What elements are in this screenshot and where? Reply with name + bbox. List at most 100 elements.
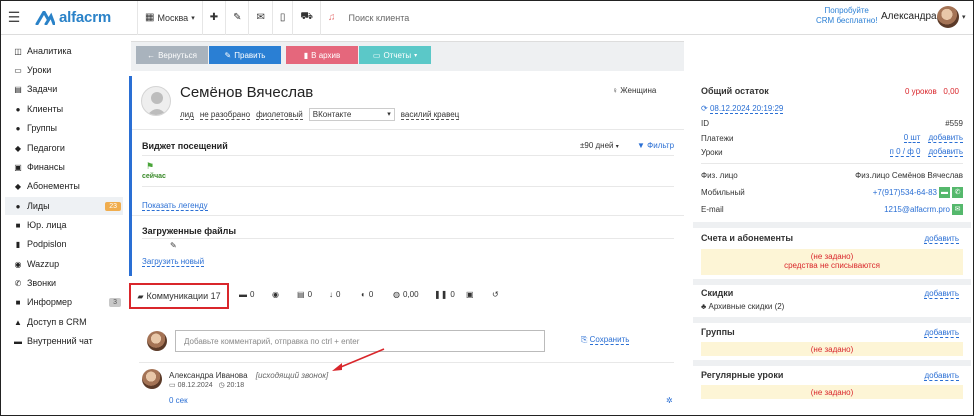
sidebar-item-0[interactable]: ◫ Аналитика xyxy=(13,44,123,58)
history-icon: ↺ xyxy=(492,290,499,299)
message-icon[interactable]: ▬ xyxy=(939,187,950,198)
tab-lessons[interactable]: ❚❚ 0 xyxy=(434,290,455,299)
edit-button[interactable]: ✎ Править xyxy=(209,46,281,64)
sidebar-item-5[interactable]: ◆ Педагоги xyxy=(13,141,123,155)
email-value[interactable]: 1215@alfacrm.pro xyxy=(884,205,950,214)
save-comment-label: Сохранить xyxy=(589,335,630,345)
sidebar-item-15[interactable]: ▬ Внутренний чат xyxy=(13,334,123,348)
sidebar-item-7[interactable]: ◆ Абонементы xyxy=(13,179,123,193)
user-avatar[interactable] xyxy=(937,6,959,28)
mobile-button[interactable]: ▯ xyxy=(273,1,293,35)
add-lesson-link[interactable]: добавить xyxy=(928,147,963,157)
tasks-icon: ▤ xyxy=(14,84,22,94)
add-payment-link[interactable]: добавить xyxy=(928,133,963,143)
arrow-left-icon: ← xyxy=(147,50,156,60)
add-account-link[interactable]: добавить xyxy=(924,234,959,244)
tab-bar: ▰ Коммуникации 17 ▬ 0 ◉ ▤ 0 ↓ 0 ◐ 0 ◍ 0,00 ❚❚ 0… xyxy=(129,283,684,309)
cart-button[interactable]: ⛟ xyxy=(293,1,320,35)
sidebar-item-3[interactable]: ● Клиенты xyxy=(13,102,123,116)
notifications-button[interactable]: ♫ xyxy=(321,1,343,35)
lessons-value[interactable]: п 0 / ф 0 xyxy=(889,147,921,157)
comment-author-line: Александра Иванова [исходящий звонок] xyxy=(169,371,328,380)
inbox-icon: ■ xyxy=(15,297,21,307)
tag-color[interactable]: фиолетовый xyxy=(256,110,303,120)
mail-button[interactable]: ✉ xyxy=(249,1,271,35)
payments-value[interactable]: 0 шт xyxy=(903,133,921,143)
tab-messages[interactable]: ▬ 0 xyxy=(239,290,254,299)
regular-lessons-title: Регулярные уроки xyxy=(701,370,784,380)
tab-documents[interactable]: ▤ 0 xyxy=(297,290,312,299)
sidebar-item-6[interactable]: ▣ Финансы xyxy=(13,160,123,174)
city-selector[interactable]: ▦ Москва ▾ xyxy=(138,1,202,35)
sidebar-item-12[interactable]: ✆ Звонки xyxy=(13,276,123,290)
mobile-value[interactable]: +7(917)534-64-83 xyxy=(873,188,937,197)
coins-icon: ◍ xyxy=(393,290,400,299)
add-group-link[interactable]: добавить xyxy=(924,328,959,338)
period-selector[interactable]: ±90 дней ▾ xyxy=(580,141,619,150)
balance-date-link[interactable]: ⟳ 08.12.2024 20:19:29 xyxy=(701,104,784,114)
archived-discounts-link[interactable]: ♣ Архивные скидки (2) xyxy=(701,302,784,311)
user-menu-caret-icon[interactable]: ▾ xyxy=(962,13,966,21)
back-label: Вернуться xyxy=(158,50,197,60)
mobile-icon: ▯ xyxy=(279,12,286,23)
upload-new-link[interactable]: Загрузить новый xyxy=(142,257,205,267)
comment-type: [исходящий звонок] xyxy=(255,371,329,380)
gear-icon[interactable]: ✲ xyxy=(666,396,673,405)
menu-icon[interactable]: ☰ xyxy=(1,9,27,26)
archive-button[interactable]: ▮ В архив xyxy=(286,46,358,64)
show-legend-link[interactable]: Показать легенду xyxy=(142,201,208,211)
lead-name: Семёнов Вячеслав xyxy=(180,84,314,101)
sidebar-item-13[interactable]: ■ Информер 3 xyxy=(13,295,123,309)
chevron-down-icon: ▾ xyxy=(414,52,418,59)
user-name[interactable]: Александра xyxy=(881,11,937,22)
try-free-link[interactable]: Попробуйте CRM бесплатно! xyxy=(816,6,877,26)
archive-label: В архив xyxy=(311,50,341,60)
add-discount-link[interactable]: добавить xyxy=(924,289,959,299)
call-duration[interactable]: 0 сек xyxy=(169,396,188,405)
filter-button[interactable]: ▼ Фильтр xyxy=(637,141,674,150)
group-icon: ♣ xyxy=(701,302,707,311)
sidebar-item-10[interactable]: ▮ Podpislon xyxy=(13,237,123,251)
sidebar: ◫ Аналитика ▭ Уроки ▤ Задачи ● Клиенты ● Группы ◆ П… xyxy=(1,36,127,415)
logo[interactable]: alfacrm xyxy=(35,9,127,26)
tab-tasks[interactable]: ↓ 0 xyxy=(329,290,340,299)
tab-history[interactable]: ↺ xyxy=(492,290,499,299)
envelope-icon[interactable]: ✉ xyxy=(952,204,963,215)
reports-label: Отчеты xyxy=(383,50,412,60)
tab-communications[interactable]: ▰ Коммуникации 17 xyxy=(129,283,229,309)
tag-status[interactable]: лид xyxy=(180,110,194,120)
add-button[interactable]: ✚ xyxy=(203,1,225,35)
save-comment-button[interactable]: ⎘ Сохранить xyxy=(581,335,630,345)
source-select[interactable]: ВКонтакте xyxy=(308,108,395,121)
manager-link[interactable]: василий кравец xyxy=(400,110,460,120)
sidebar-item-label: Финансы xyxy=(27,162,65,172)
client-search-input[interactable]: Поиск клиента xyxy=(348,13,409,23)
comment-time: 20:18 xyxy=(226,382,245,389)
sidebar-item-4[interactable]: ● Группы xyxy=(13,121,123,135)
tab-media[interactable]: ▣ xyxy=(466,290,474,299)
phone-icon[interactable]: ✆ xyxy=(952,187,963,198)
period-label: ±90 дней xyxy=(580,141,614,150)
tab-whatsapp[interactable]: ◉ xyxy=(272,290,279,299)
sidebar-item-8[interactable]: ● Лиды 23 xyxy=(5,197,123,215)
reports-button[interactable]: ▭ Отчеты ▾ xyxy=(359,46,431,64)
back-button[interactable]: ← Вернуться xyxy=(136,46,208,64)
bell-icon: ♫ xyxy=(327,12,336,23)
tools-button[interactable]: ✎ xyxy=(226,1,248,35)
lessons-label: Уроки xyxy=(701,147,723,157)
chart-icon: ◫ xyxy=(14,46,22,56)
tag-stage[interactable]: не разобрано xyxy=(199,110,251,120)
sidebar-item-2[interactable]: ▤ Задачи xyxy=(13,82,123,96)
sidebar-item-14[interactable]: ▲ Доступ в CRM xyxy=(13,315,123,329)
email-label: E-mail xyxy=(701,205,724,214)
envelope-icon: ✉ xyxy=(256,12,265,23)
sidebar-item-9[interactable]: ■ Юр. лица xyxy=(13,218,123,232)
tab-finance[interactable]: ◍ 0,00 xyxy=(393,290,419,299)
sidebar-item-label: Podpislon xyxy=(27,239,67,249)
tab-groups[interactable]: ◐ 0 xyxy=(361,290,373,299)
image-icon: ▣ xyxy=(466,290,474,299)
sidebar-item-11[interactable]: ◉ Wazzup xyxy=(13,257,123,271)
add-regular-lesson-link[interactable]: добавить xyxy=(924,371,959,381)
briefcase-icon: ■ xyxy=(15,220,21,230)
sidebar-item-1[interactable]: ▭ Уроки xyxy=(13,63,123,77)
